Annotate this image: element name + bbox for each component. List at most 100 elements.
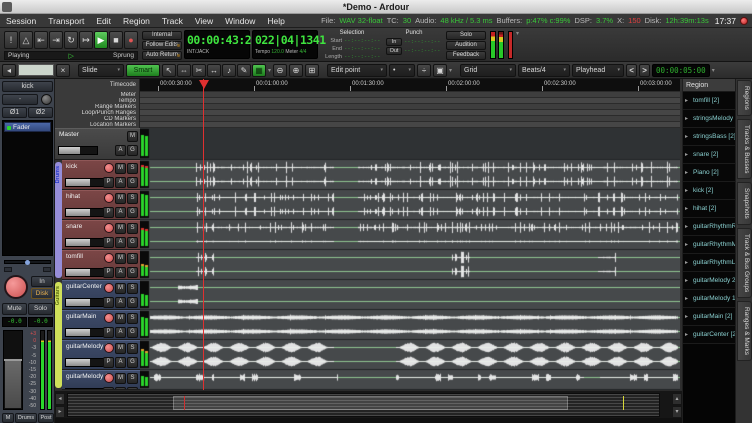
expand-triangle-icon[interactable]: ▸	[685, 326, 688, 344]
expand-triangle-icon[interactable]: ▸	[685, 236, 688, 254]
menu-transport[interactable]: Transport	[42, 14, 90, 28]
primary-clock[interactable]: 00:00:43:25 INT/JACK	[184, 30, 250, 59]
trim-knob[interactable]	[41, 94, 52, 105]
titlebar[interactable]: *Demo - Ardour	[0, 0, 752, 14]
group-strip-drums[interactable]: Drums	[55, 162, 62, 278]
track-header-tomfill[interactable]: tomfillMSPAG	[62, 250, 140, 280]
g-button[interactable]: G	[127, 207, 138, 218]
track-fader[interactable]	[65, 208, 105, 217]
menu-edit[interactable]: Edit	[90, 14, 117, 28]
menu-track[interactable]: Track	[156, 14, 189, 28]
region-item-guitarmelody-2-2[interactable]: ▸guitarMelody 2 [2]	[683, 272, 735, 290]
editor-mixer-toggle-button[interactable]: ◂	[2, 64, 16, 77]
track-header-snare[interactable]: snareMSPAG	[62, 220, 140, 250]
tab-snapshots[interactable]: Snapshots	[737, 182, 752, 225]
track-fader[interactable]	[65, 298, 105, 307]
menu-region[interactable]: Region	[117, 14, 156, 28]
group-strip-guitars[interactable]: Guitars	[55, 282, 62, 388]
a-button[interactable]: A	[115, 145, 126, 156]
region-item-kick-2[interactable]: ▸kick [2]	[683, 182, 735, 200]
playhead-marker[interactable]	[199, 80, 209, 89]
record-enable-button[interactable]	[104, 253, 114, 263]
m-button[interactable]: M	[115, 343, 126, 354]
cut-tool[interactable]: ✂	[192, 64, 206, 77]
gain-fader[interactable]	[3, 330, 23, 410]
track-fader[interactable]	[65, 328, 105, 337]
track-fader[interactable]	[65, 358, 105, 367]
expand-triangle-icon[interactable]: ▸	[685, 290, 688, 308]
zoom-out-button[interactable]: ⊖	[273, 64, 287, 77]
track-header-guitarmelody-2[interactable]: guitarMelody 2MSPAG	[62, 370, 140, 390]
region-item-guitarrhythmmiddle-2[interactable]: ▸guitarRhythmMiddle [2]	[683, 236, 735, 254]
region-item-tomfill-2[interactable]: ▸tomfill [2]	[683, 92, 735, 110]
p-button[interactable]: P	[103, 267, 114, 278]
solo-button[interactable]: Solo	[446, 31, 486, 40]
pan-handle[interactable]	[25, 260, 30, 265]
mute-button[interactable]: Mute	[2, 303, 27, 315]
summary-scroll-right-button[interactable]: ▸	[55, 406, 65, 418]
play-range-button[interactable]: ↦	[79, 31, 93, 49]
record-enable-button[interactable]	[104, 223, 114, 233]
p-button[interactable]: P	[103, 357, 114, 368]
track-header-hihat[interactable]: hihatMSPAG	[62, 190, 140, 220]
m-button[interactable]: M	[127, 131, 138, 142]
draw-tool[interactable]: ✎	[237, 64, 251, 77]
expand-triangle-icon[interactable]: ▸	[685, 218, 688, 236]
pan-slider[interactable]	[4, 260, 51, 264]
selection-length-value[interactable]: --:--:--:--	[344, 54, 380, 60]
stop-button[interactable]: ■	[109, 31, 123, 49]
follow-edits-button[interactable]: Follow Edits	[142, 41, 182, 50]
region-item-guitarrhythmleft-2[interactable]: ▸guitarRhythmLeft [2]	[683, 254, 735, 272]
record-enable-button[interactable]	[104, 343, 114, 353]
internal-edit-tool[interactable]: ▦	[252, 64, 266, 77]
processor-box[interactable]: Fader	[2, 120, 53, 256]
tab-tracks-busses[interactable]: Tracks & Busses	[737, 119, 752, 180]
expand-triangle-icon[interactable]: ▸	[685, 182, 688, 200]
g-button[interactable]: G	[127, 297, 138, 308]
group-button[interactable]: Drums	[15, 413, 37, 423]
punch-out-value[interactable]: --:--:--:--	[404, 47, 440, 55]
expand-triangle-icon[interactable]: ▸	[685, 254, 688, 272]
m-button[interactable]: M	[115, 223, 126, 234]
tab-track-bus-groups[interactable]: Track & Bus Groups	[737, 228, 752, 298]
smart-mode-button[interactable]: Smart	[126, 64, 160, 77]
summary-scrollbar[interactable]	[55, 418, 682, 423]
gain-display[interactable]: -0.0	[2, 317, 27, 327]
expand-triangle-icon[interactable]: ▸	[685, 128, 688, 146]
region-item-stringsbass-2[interactable]: ▸stringsBass [2]	[683, 128, 735, 146]
phase-1-button[interactable]: Ø1	[2, 107, 27, 118]
region-item-guitarcenter-2[interactable]: ▸guitarCenter [2]	[683, 326, 735, 344]
s-button[interactable]: S	[127, 163, 138, 174]
g-button[interactable]: G	[127, 177, 138, 188]
m-button[interactable]: M	[115, 373, 126, 384]
tab-ranges-marks[interactable]: Ranges & Marks	[737, 301, 752, 361]
monitor-input-button[interactable]: In	[31, 276, 53, 287]
selection-end-value[interactable]: --:--:--:--	[344, 46, 380, 52]
region-item-guitarmain-2[interactable]: ▸guitarMain [2]	[683, 308, 735, 326]
s-button[interactable]: S	[127, 373, 138, 384]
punch-in-button[interactable]: In	[386, 38, 402, 46]
audition-button[interactable]: Audition	[446, 41, 486, 50]
track-header-guitarmelody-1[interactable]: guitarMelody 1MSPAG	[62, 340, 140, 370]
track-header-guitarmain[interactable]: guitarMainMSPAG	[62, 310, 140, 340]
summary-viewport[interactable]	[173, 396, 568, 410]
p-button[interactable]: P	[103, 177, 114, 188]
expand-triangle-icon[interactable]: ▸	[685, 92, 688, 110]
m-button[interactable]: M	[115, 253, 126, 264]
summary-zoom-in-button[interactable]: ▴	[672, 393, 682, 405]
expand-triangle-icon[interactable]: ▸	[685, 110, 688, 128]
nudge-forward-button[interactable]: >	[639, 64, 650, 77]
region-item-stringsmelody-2[interactable]: ▸stringsMelody [2]	[683, 110, 735, 128]
track-header-kick[interactable]: kickMSPAG	[62, 160, 140, 190]
s-button[interactable]: S	[127, 313, 138, 324]
p-button[interactable]: P	[103, 237, 114, 248]
go-to-end-button[interactable]: ⇥	[49, 31, 63, 49]
region-item-guitarmelody-1-2[interactable]: ▸guitarMelody 1 [2]	[683, 290, 735, 308]
edit-group-select[interactable]: •▾	[389, 64, 415, 77]
summary-overview[interactable]	[67, 393, 660, 417]
grab-tool[interactable]: ↖	[162, 64, 176, 77]
play-button[interactable]: ▶	[94, 31, 108, 49]
record-enable-button[interactable]	[104, 313, 114, 323]
region-item-guitarrhythmright-2[interactable]: ▸guitarRhythmRight [2]	[683, 218, 735, 236]
metronome-button[interactable]: △	[19, 31, 33, 49]
